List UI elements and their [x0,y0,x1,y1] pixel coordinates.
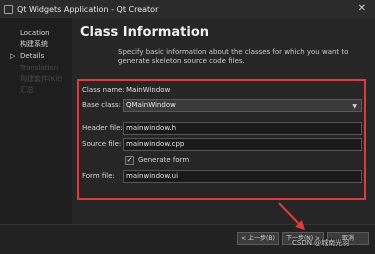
class-name-field[interactable]: MainWindow [123,84,362,97]
step-build-system: 构建系统 [20,40,48,48]
generate-form-checkbox[interactable]: ✓ [125,156,134,165]
annotation-arrow-icon [278,202,305,230]
base-class-label: Base class: [82,101,122,109]
step-translation: Translation [20,64,59,72]
page-description: Specify basic information about the clas… [118,48,349,65]
step-location: Location [20,29,50,37]
header-file-field[interactable]: mainwindow.h [123,122,362,135]
wizard-page: Class Information Specify basic informat… [72,18,375,224]
base-class-row: Base class: QMainWindow ▼ [79,99,364,113]
window-titlebar: Qt Widgets Application - Qt Creator ✕ [0,0,375,18]
header-file-label: Header file: [82,124,123,132]
step-summary: 汇总 [20,86,34,94]
base-class-combobox[interactable]: QMainWindow ▼ [123,99,362,112]
watermark: CSDN @城南光羽 [292,239,350,247]
wizard-steps-sidebar: Location 构建系统 ▷ Details Translation 构建套件… [0,18,72,224]
form-file-field[interactable]: mainwindow.ui [123,170,362,183]
generate-form-row: ✓ Generate form [79,154,364,168]
close-icon[interactable]: ✕ [358,3,366,15]
step-details: Details [20,52,45,60]
generate-form-label: Generate form [138,156,190,164]
form-file-row: Form file: mainwindow.ui [79,170,364,184]
source-file-label: Source file: [82,140,122,148]
base-class-value: QMainWindow [126,101,176,109]
class-name-row: Class name: MainWindow [79,84,364,98]
window-title: Qt Widgets Application - Qt Creator [17,4,159,14]
page-title: Class Information [80,25,210,40]
step-kits: 构建套件(Kit) [20,75,63,83]
class-information-form: Class name: MainWindow Base class: QMain… [77,79,366,200]
current-step-arrow-icon: ▷ [10,52,16,60]
header-file-row: Header file: mainwindow.h [79,122,364,136]
app-icon [4,4,13,14]
source-file-row: Source file: mainwindow.cpp [79,138,364,152]
source-file-field[interactable]: mainwindow.cpp [123,138,362,151]
form-file-label: Form file: [82,172,115,180]
class-name-label: Class name: [82,86,125,94]
chevron-down-icon: ▼ [352,103,357,110]
